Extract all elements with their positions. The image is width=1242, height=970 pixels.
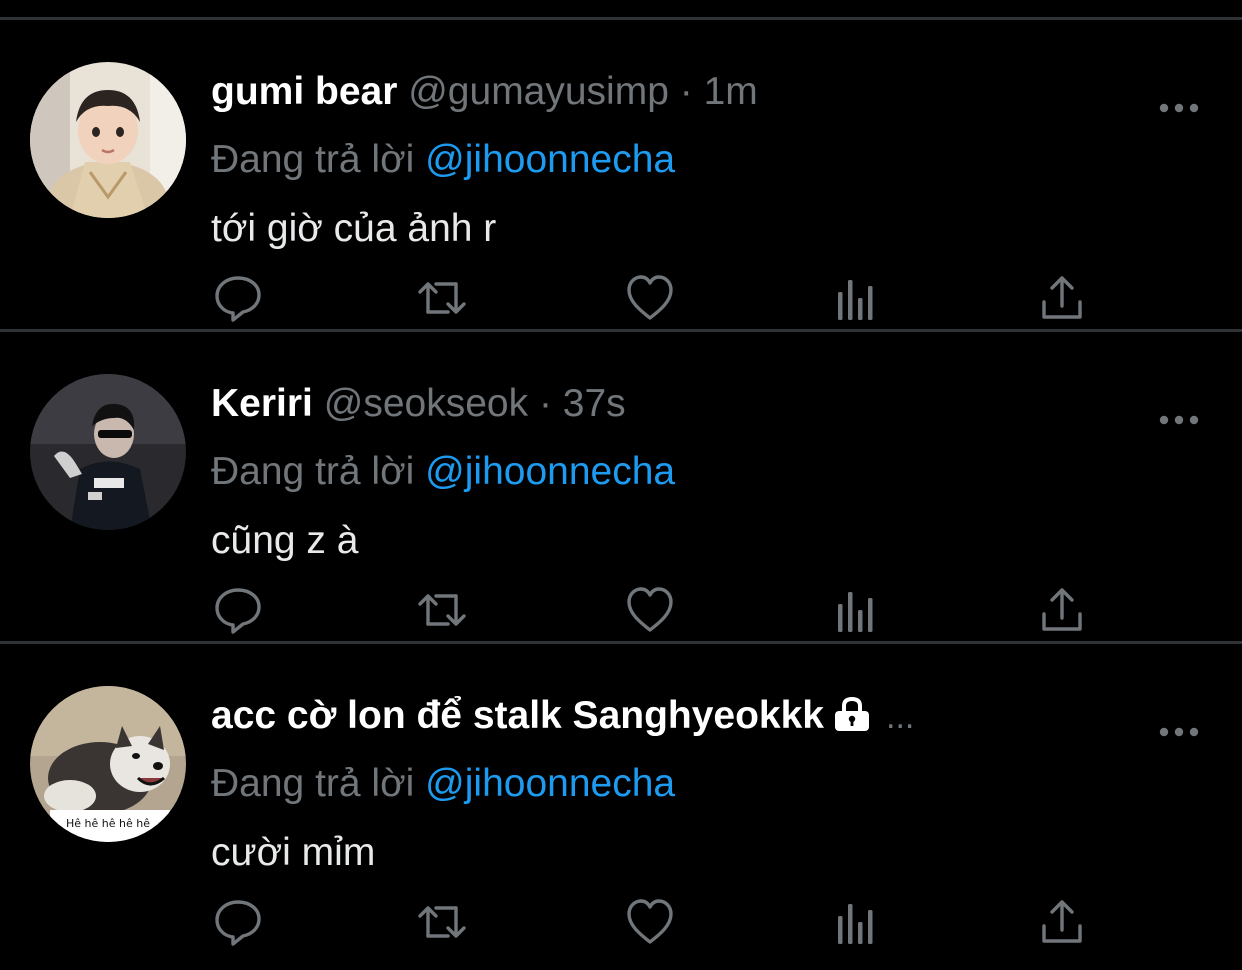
like-icon[interactable] <box>624 272 676 324</box>
avatar[interactable] <box>30 62 186 218</box>
replying-to: Đang trả lời @jihoonnecha <box>211 137 675 183</box>
lock-icon <box>832 695 872 741</box>
more-options-icon[interactable] <box>1158 722 1200 742</box>
like-icon[interactable] <box>624 896 676 948</box>
display-name[interactable]: gumi bear <box>211 70 397 113</box>
retweet-icon[interactable] <box>416 584 468 636</box>
views-icon[interactable] <box>832 584 884 636</box>
tweet-text: tới giờ của ảnh r <box>211 207 497 250</box>
share-icon[interactable] <box>1036 896 1088 948</box>
display-name[interactable]: acc cờ lon để stalk Sanghyeokkk <box>211 694 824 737</box>
share-icon[interactable] <box>1036 584 1088 636</box>
reply-icon[interactable] <box>212 272 264 324</box>
avatar[interactable]: Hê hê hê hê hê <box>30 686 186 842</box>
name-truncation: ... <box>886 698 915 736</box>
tweet-header: acc cờ lon để stalk Sanghyeokkk ... <box>211 691 1141 741</box>
replying-to: Đang trả lời @jihoonnecha <box>211 449 675 495</box>
tweet-2[interactable]: Keriri @seokseok · 37s Đang trả lời @jih… <box>0 332 1242 644</box>
like-icon[interactable] <box>624 584 676 636</box>
replying-to: Đang trả lời @jihoonnecha <box>211 761 675 807</box>
tweet-1[interactable]: gumi bear @gumayusimp · 1m Đang trả lời … <box>0 20 1242 332</box>
more-options-icon[interactable] <box>1158 98 1200 118</box>
avatar-caption: Hê hê hê hê hê <box>66 817 150 830</box>
avatar[interactable] <box>30 374 186 530</box>
replying-to-mention[interactable]: @jihoonnecha <box>425 450 675 493</box>
tweet-text: cười mỉm <box>211 831 376 874</box>
share-icon[interactable] <box>1036 272 1088 324</box>
tweet-header: Keriri @seokseok · 37s <box>211 379 1141 429</box>
replying-to-label: Đang trả lời <box>211 762 415 805</box>
reply-icon[interactable] <box>212 584 264 636</box>
separator-dot: · <box>679 70 693 113</box>
retweet-icon[interactable] <box>416 272 468 324</box>
tweet-3[interactable]: Hê hê hê hê hê acc cờ lon để stalk Sangh… <box>0 644 1242 956</box>
timestamp[interactable]: 1m <box>704 70 758 113</box>
username[interactable]: @seokseok <box>324 382 528 425</box>
separator-dot: · <box>538 382 552 425</box>
reply-icon[interactable] <box>212 896 264 948</box>
views-icon[interactable] <box>832 272 884 324</box>
views-icon[interactable] <box>832 896 884 948</box>
display-name[interactable]: Keriri <box>211 382 313 425</box>
username[interactable]: @gumayusimp <box>408 70 669 113</box>
tweet-text: cũng z à <box>211 519 359 562</box>
replying-to-mention[interactable]: @jihoonnecha <box>425 762 675 805</box>
retweet-icon[interactable] <box>416 896 468 948</box>
replying-to-label: Đang trả lời <box>211 138 415 181</box>
replying-to-label: Đang trả lời <box>211 450 415 493</box>
tweet-header: gumi bear @gumayusimp · 1m <box>211 67 1141 117</box>
replying-to-mention[interactable]: @jihoonnecha <box>425 138 675 181</box>
more-options-icon[interactable] <box>1158 410 1200 430</box>
timestamp[interactable]: 37s <box>563 382 626 425</box>
